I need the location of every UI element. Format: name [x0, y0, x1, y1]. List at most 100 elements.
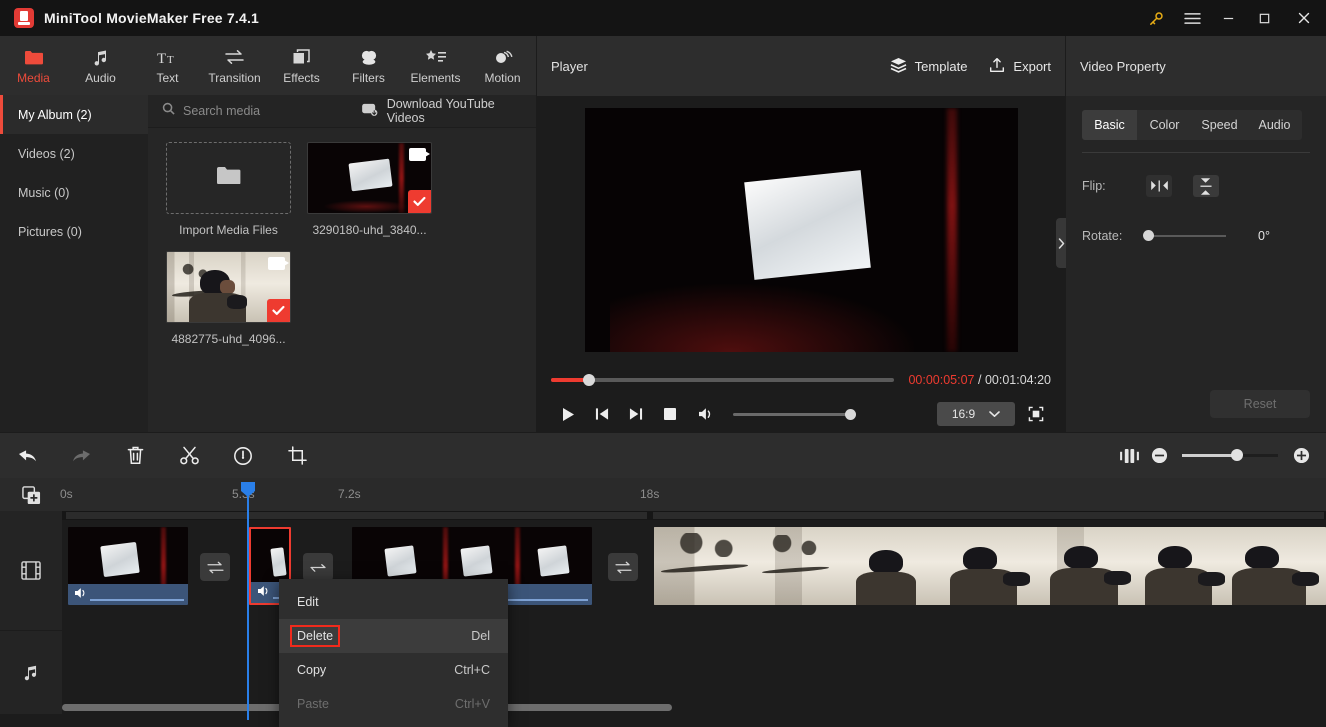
volume-control[interactable] [689, 399, 856, 429]
timeline-ruler[interactable]: 0s 5.3s 7.2s 18s [0, 478, 1326, 511]
timeline-horizontal-scrollbar[interactable] [0, 701, 1326, 714]
minimize-button[interactable] [1210, 0, 1246, 36]
rotate-slider[interactable] [1143, 230, 1226, 241]
redo-button[interactable] [54, 433, 108, 478]
reset-button[interactable]: Reset [1210, 390, 1310, 418]
motion-ball-icon [493, 46, 513, 68]
app-title: MiniTool MovieMaker Free 7.4.1 [44, 10, 260, 26]
fullscreen-button[interactable] [1021, 401, 1051, 427]
context-menu-item-edit[interactable]: Edit [279, 585, 508, 619]
undo-button[interactable] [0, 433, 54, 478]
search-placeholder: Search media [183, 104, 261, 118]
media-thumbnail[interactable] [307, 142, 432, 214]
menu-item-label: Edit [297, 595, 319, 609]
context-menu-item-delete[interactable]: Delete Del [279, 619, 508, 653]
zoom-out-button[interactable] [1146, 443, 1172, 469]
tab-text[interactable]: TT Text [134, 36, 201, 95]
import-media-dropzone[interactable] [166, 142, 291, 214]
playhead[interactable] [241, 482, 255, 720]
import-media-cell[interactable]: Import Media Files [166, 142, 291, 237]
transition-marker[interactable] [303, 553, 333, 581]
tab-transition-label: Transition [208, 71, 261, 85]
zoom-in-button[interactable] [1288, 443, 1314, 469]
zoom-handle[interactable] [1230, 449, 1243, 461]
timeline-zoom-slider[interactable] [1182, 449, 1278, 461]
video-preview[interactable] [584, 108, 1018, 352]
tab-elements[interactable]: Elements [402, 36, 469, 95]
rotate-row: Rotate: 0° [1082, 219, 1310, 253]
tab-color[interactable]: Color [1137, 110, 1192, 140]
clip-volume-icon[interactable] [257, 584, 271, 602]
aspect-ratio-select[interactable]: 16:9 [937, 402, 1015, 426]
clip-audio-strip [68, 584, 188, 605]
tab-audio[interactable]: Audio [67, 36, 134, 95]
download-youtube-button[interactable]: Download YouTube Videos [361, 97, 536, 125]
circles-icon [359, 46, 379, 68]
tab-filters[interactable]: Filters [335, 36, 402, 95]
rotate-label: Rotate: [1082, 229, 1123, 243]
volume-handle[interactable] [845, 408, 856, 420]
youtube-download-icon [361, 103, 379, 119]
sidebar-item-my-album[interactable]: My Album (2) [0, 95, 148, 134]
clip-volume-icon[interactable] [74, 586, 88, 604]
timeline-clip[interactable] [654, 527, 1326, 605]
key-icon[interactable] [1138, 0, 1174, 36]
timeline-clip[interactable] [68, 527, 188, 605]
next-frame-button[interactable] [619, 399, 653, 429]
sidebar-item-pictures[interactable]: Pictures (0) [0, 212, 148, 251]
tab-media[interactable]: Media [0, 36, 67, 95]
sidebar-item-label: Pictures (0) [18, 224, 82, 239]
maximize-button[interactable] [1246, 0, 1282, 36]
flip-vertical-button[interactable] [1193, 175, 1219, 197]
fit-timeline-icon[interactable] [1116, 443, 1142, 469]
player-header: Player Template Export [537, 36, 1065, 96]
player-title: Player [551, 58, 588, 74]
video-track-rail[interactable] [0, 511, 62, 630]
tab-motion[interactable]: Motion [469, 36, 536, 95]
text-icon: TT [157, 46, 178, 68]
tab-audio[interactable]: Audio [1247, 110, 1302, 140]
hamburger-menu-icon[interactable] [1174, 0, 1210, 36]
menu-item-shortcut: Del [471, 629, 490, 643]
volume-icon[interactable] [689, 399, 723, 429]
media-thumbnail[interactable] [166, 251, 291, 323]
stop-button[interactable] [653, 399, 687, 429]
export-button[interactable]: Export [989, 57, 1051, 76]
panel-collapse-handle[interactable] [1056, 218, 1066, 268]
delete-button[interactable] [108, 433, 162, 478]
timeline-toolbar [0, 433, 1326, 478]
media-item[interactable]: 3290180-uhd_3840... [307, 142, 432, 237]
menu-item-shortcut: Ctrl+V [454, 697, 490, 711]
previous-frame-button[interactable] [585, 399, 619, 429]
seek-slider[interactable] [551, 374, 895, 386]
add-track-icon[interactable] [20, 484, 42, 506]
sidebar-item-music[interactable]: Music (0) [0, 173, 148, 212]
flip-horizontal-button[interactable] [1146, 175, 1172, 197]
rotate-handle[interactable] [1143, 230, 1154, 241]
search-input[interactable]: Search media [162, 102, 352, 120]
transition-marker[interactable] [200, 553, 230, 581]
tab-effects[interactable]: Effects [268, 36, 335, 95]
selected-check-icon[interactable] [408, 190, 431, 213]
tab-transition[interactable]: Transition [201, 36, 268, 95]
context-menu: Edit Delete Del Copy Ctrl+C Paste Ctrl+V [279, 579, 508, 727]
sidebar-item-videos[interactable]: Videos (2) [0, 134, 148, 173]
split-button[interactable] [162, 433, 216, 478]
transition-marker[interactable] [608, 553, 638, 581]
media-item[interactable]: 4882775-uhd_4096... [166, 251, 291, 346]
speed-button[interactable] [216, 433, 270, 478]
selected-check-icon[interactable] [267, 299, 290, 322]
play-button[interactable] [551, 399, 585, 429]
menu-item-label: Delete [290, 625, 341, 647]
tab-speed[interactable]: Speed [1192, 110, 1247, 140]
sidebar-item-label: My Album (2) [18, 107, 92, 122]
music-note-icon [92, 46, 110, 68]
template-button[interactable]: Template [890, 57, 967, 76]
tab-basic[interactable]: Basic [1082, 110, 1137, 140]
seek-handle[interactable] [582, 374, 595, 386]
close-button[interactable] [1282, 0, 1326, 36]
crop-button[interactable] [270, 433, 324, 478]
context-menu-item-copy[interactable]: Copy Ctrl+C [279, 653, 508, 687]
reset-label: Reset [1243, 397, 1277, 411]
volume-slider[interactable] [733, 408, 856, 420]
